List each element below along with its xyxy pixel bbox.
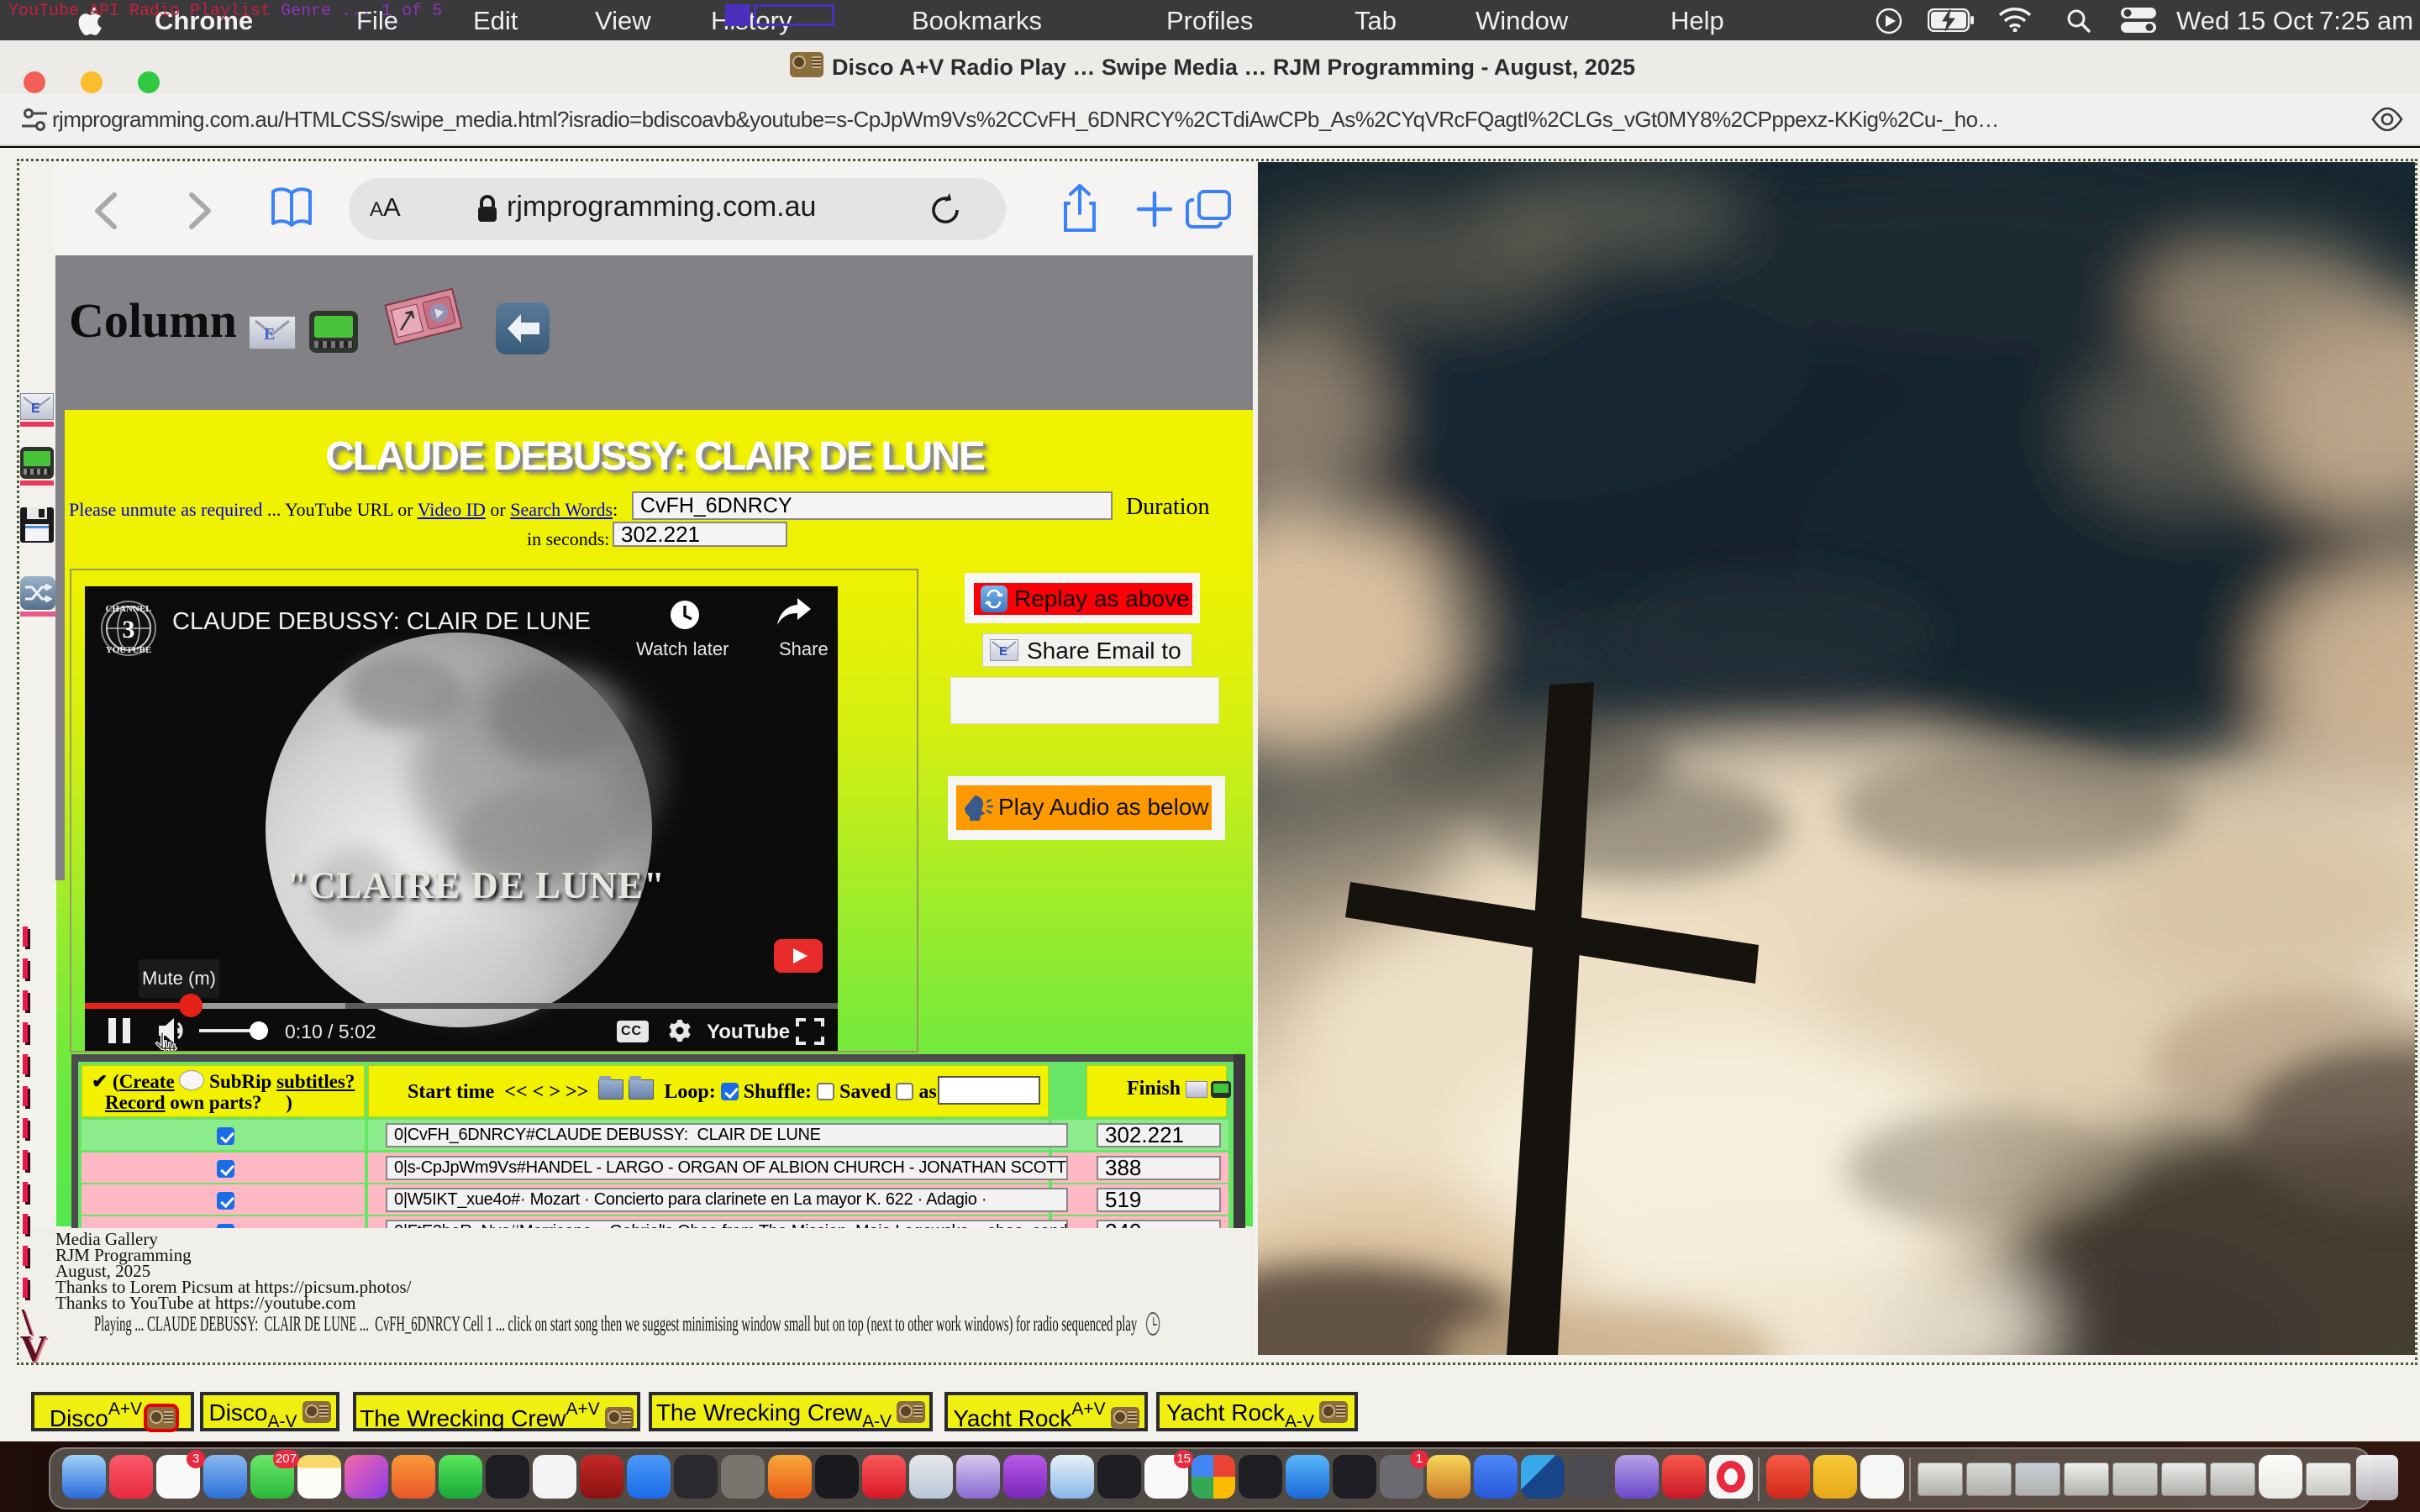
svg-text:E: E bbox=[31, 402, 40, 416]
svg-text:CHANNEL: CHANNEL bbox=[105, 604, 151, 614]
svg-text:3: 3 bbox=[123, 616, 135, 643]
svg-text:E: E bbox=[999, 644, 1007, 659]
svg-text:YOUTUBE: YOUTUBE bbox=[106, 645, 151, 655]
svg-text:E: E bbox=[264, 325, 275, 344]
